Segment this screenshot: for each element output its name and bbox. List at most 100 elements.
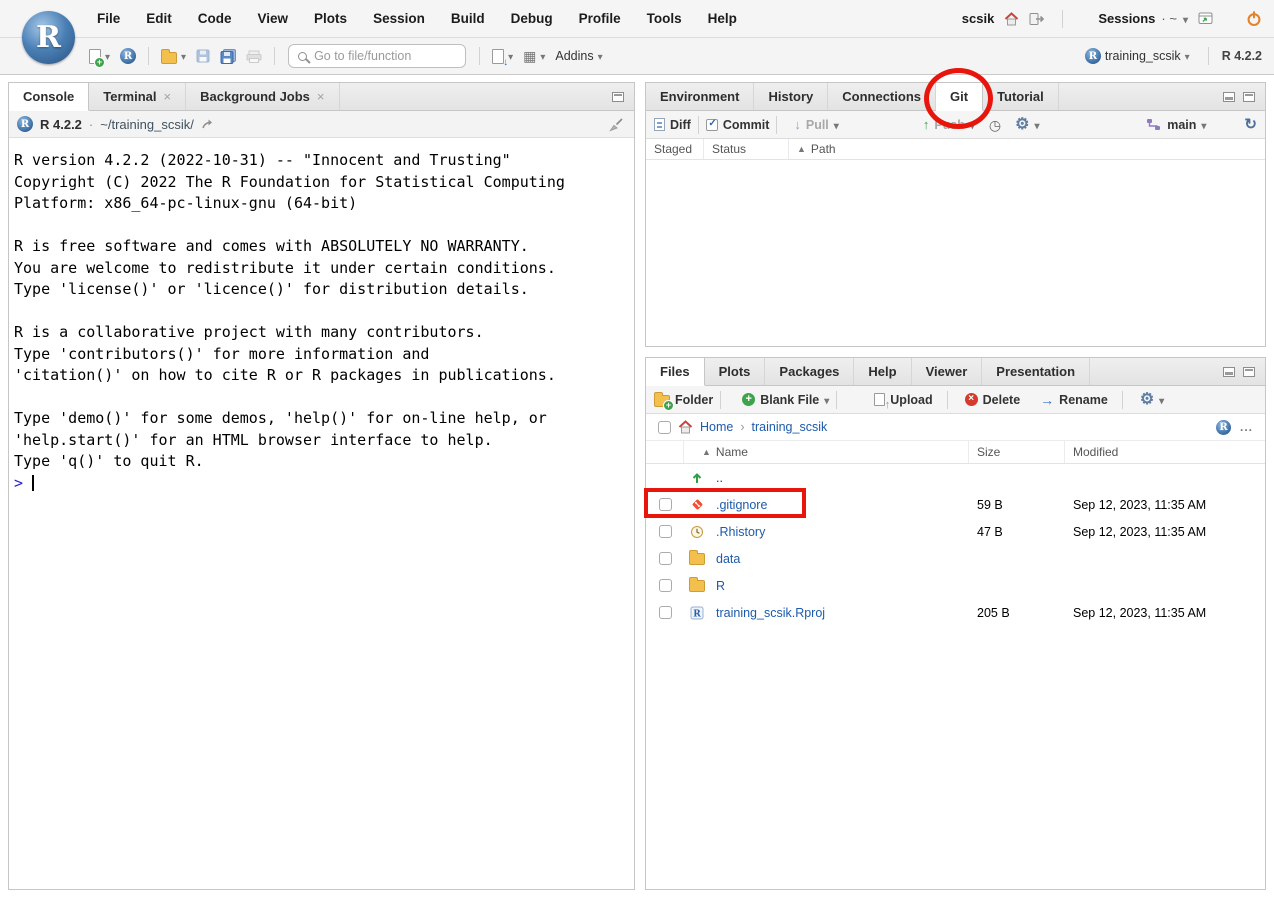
open-file-button[interactable] xyxy=(156,46,191,67)
maximize-panel-icon[interactable] xyxy=(612,92,624,102)
delete-button[interactable]: Delete xyxy=(965,393,1021,407)
commit-button[interactable]: Commit xyxy=(706,118,770,132)
new-project-button[interactable] xyxy=(115,45,141,67)
tab-connections[interactable]: Connections xyxy=(828,83,936,110)
row-checkbox[interactable] xyxy=(659,525,672,538)
column-modified[interactable]: Modified xyxy=(1065,441,1265,463)
file-link[interactable]: .Rhistory xyxy=(716,525,765,539)
column-name[interactable]: ▲ Name xyxy=(684,441,969,463)
pull-button[interactable]: Pull xyxy=(794,118,838,132)
rename-label: Rename xyxy=(1059,393,1108,407)
menu-debug[interactable]: Debug xyxy=(498,11,566,26)
diff-label: Diff xyxy=(670,118,691,132)
power-icon[interactable] xyxy=(1246,11,1262,27)
rename-button[interactable]: Rename xyxy=(1040,393,1108,407)
tab-presentation[interactable]: Presentation xyxy=(982,358,1090,385)
menu-edit[interactable]: Edit xyxy=(133,11,185,26)
file-link[interactable]: training_scsik.Rproj xyxy=(716,606,825,620)
tab-console[interactable]: Console xyxy=(9,83,89,111)
select-all-checkbox[interactable] xyxy=(658,421,671,434)
new-file-button[interactable] xyxy=(84,46,115,67)
row-checkbox[interactable] xyxy=(659,498,672,511)
row-checkbox[interactable] xyxy=(659,552,672,565)
menu-view[interactable]: View xyxy=(245,11,302,26)
file-link[interactable]: R xyxy=(716,579,725,593)
history-clock-icon[interactable] xyxy=(989,118,1001,132)
diff-button[interactable]: Diff xyxy=(654,118,691,132)
source-document-button[interactable] xyxy=(487,46,518,67)
git-more-button[interactable] xyxy=(1015,117,1039,133)
blank-file-button[interactable]: Blank File xyxy=(742,393,829,407)
breadcrumb-home-link[interactable]: Home xyxy=(700,420,733,434)
menu-file[interactable]: File xyxy=(84,11,133,26)
chevron-down-icon xyxy=(1183,11,1188,26)
tab-background-jobs[interactable]: Background Jobs xyxy=(186,83,339,110)
row-checkbox[interactable] xyxy=(659,606,672,619)
upload-icon xyxy=(874,393,885,406)
tab-terminal[interactable]: Terminal xyxy=(89,83,186,110)
column-size[interactable]: Size xyxy=(969,441,1065,463)
save-all-button[interactable] xyxy=(215,46,241,67)
close-icon[interactable] xyxy=(164,90,172,103)
project-menu-button[interactable]: training_scsik xyxy=(1080,45,1195,67)
goto-file-input[interactable] xyxy=(314,49,456,63)
breadcrumb-current-link[interactable]: training_scsik xyxy=(752,420,828,434)
clear-console-icon[interactable] xyxy=(609,117,624,132)
path-more-button[interactable]: ... xyxy=(1240,420,1253,434)
menu-profile[interactable]: Profile xyxy=(566,11,634,26)
sessions-menu[interactable]: Sessions · ~ xyxy=(1098,11,1188,26)
tab-history[interactable]: History xyxy=(754,83,828,110)
tab-packages[interactable]: Packages xyxy=(765,358,854,385)
column-path[interactable]: ▲ Path xyxy=(789,139,1265,159)
branch-graph-icon[interactable] xyxy=(1146,118,1161,131)
menu-code[interactable]: Code xyxy=(185,11,245,26)
home-icon[interactable] xyxy=(678,420,693,434)
plus-badge-icon xyxy=(94,57,105,68)
tab-tutorial[interactable]: Tutorial xyxy=(983,83,1059,110)
files-more-button[interactable] xyxy=(1140,392,1164,408)
new-folder-button[interactable]: Folder xyxy=(654,392,713,407)
maximize-panel-icon[interactable] xyxy=(1243,367,1255,377)
tab-plots[interactable]: Plots xyxy=(705,358,766,385)
workspace-panes-button[interactable] xyxy=(518,46,550,66)
row-checkbox[interactable] xyxy=(659,579,672,592)
column-status[interactable]: Status xyxy=(704,139,789,159)
menu-session[interactable]: Session xyxy=(360,11,438,26)
folder-icon xyxy=(689,580,705,592)
goto-file-search[interactable] xyxy=(288,44,466,68)
tab-files[interactable]: Files xyxy=(646,358,705,386)
files-breadcrumb-bar: Home › training_scsik ... xyxy=(646,414,1265,441)
console-output-area[interactable]: R version 4.2.2 (2022-10-31) -- "Innocen… xyxy=(9,138,634,889)
menu-build[interactable]: Build xyxy=(438,11,498,26)
menu-help[interactable]: Help xyxy=(695,11,750,26)
branch-selector[interactable]: main xyxy=(1167,118,1206,132)
file-size: 59 B xyxy=(969,498,1065,512)
close-icon[interactable] xyxy=(317,90,325,103)
save-button[interactable] xyxy=(191,46,215,66)
upload-button[interactable]: Upload xyxy=(874,393,932,407)
tab-help[interactable]: Help xyxy=(854,358,911,385)
refresh-icon[interactable] xyxy=(1244,117,1257,132)
file-size: 205 B xyxy=(969,606,1065,620)
tab-viewer[interactable]: Viewer xyxy=(912,358,983,385)
minimize-panel-icon[interactable] xyxy=(1223,92,1235,102)
open-directory-icon[interactable] xyxy=(201,118,214,130)
addins-label: Addins xyxy=(555,49,593,63)
menu-tools[interactable]: Tools xyxy=(634,11,695,26)
home-icon[interactable] xyxy=(1004,12,1019,26)
column-staged[interactable]: Staged xyxy=(646,139,704,159)
file-link[interactable]: .gitignore xyxy=(716,498,767,512)
tab-environment[interactable]: Environment xyxy=(646,83,754,110)
menu-plots[interactable]: Plots xyxy=(301,11,360,26)
minimize-panel-icon[interactable] xyxy=(1223,367,1235,377)
print-button[interactable] xyxy=(241,47,267,66)
session-window-icon[interactable] xyxy=(1198,12,1214,25)
file-link[interactable]: .. xyxy=(716,471,723,485)
panes-grid-icon xyxy=(523,49,536,63)
tab-git[interactable]: Git xyxy=(936,83,983,111)
addins-button[interactable]: Addins xyxy=(550,46,607,66)
maximize-panel-icon[interactable] xyxy=(1243,92,1255,102)
sign-out-icon[interactable] xyxy=(1029,12,1045,26)
file-link[interactable]: data xyxy=(716,552,740,566)
push-button[interactable]: Push xyxy=(923,118,975,132)
